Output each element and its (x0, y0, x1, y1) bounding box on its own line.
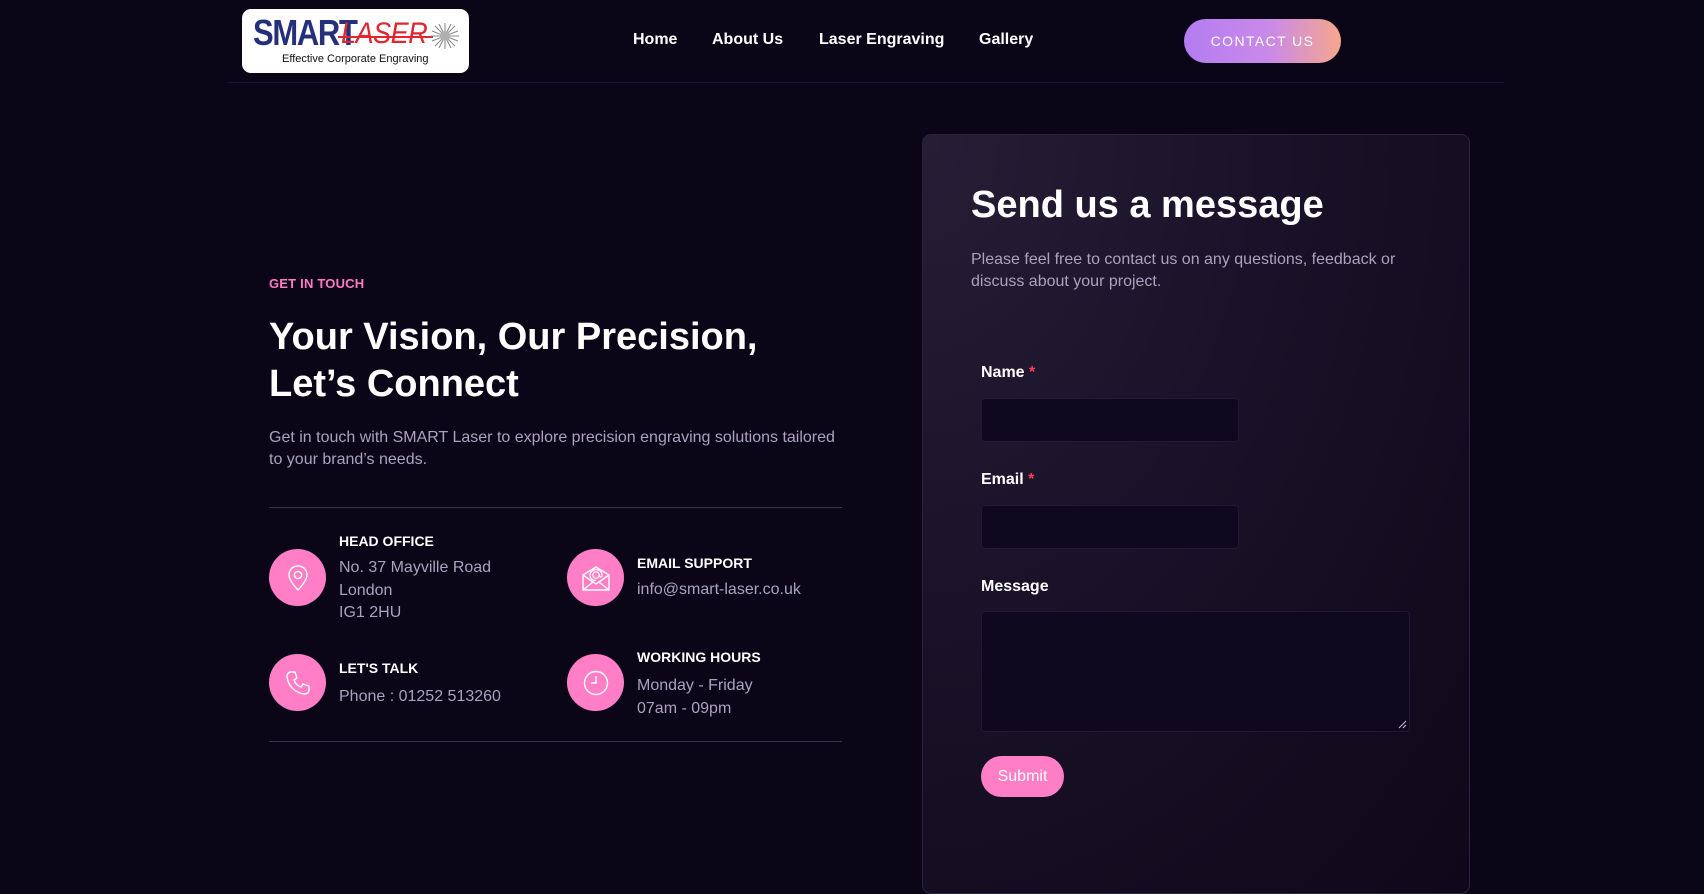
phone-number[interactable]: Phone : 01252 513260 (339, 686, 501, 709)
info-divider-top (269, 507, 842, 508)
logo-wordmark-laser: LASER (341, 17, 428, 50)
email-label: Email * (981, 470, 1034, 490)
message-label: Message (981, 577, 1049, 597)
hero-description-line-1: Get in touch with SMART Laser to explore… (269, 429, 835, 446)
message-textarea[interactable] (981, 611, 1410, 732)
email-required-mark: * (1028, 471, 1035, 488)
contact-us-button[interactable]: CONTACT US (1184, 19, 1341, 63)
email-input[interactable] (981, 505, 1239, 549)
form-description-line-1: Please feel free to contact us on any qu… (971, 251, 1396, 268)
map-pin-icon (269, 549, 326, 606)
hero-title-line-1: Your Vision, Our Precision, (269, 316, 758, 358)
lets-talk-title: LET'S TALK (339, 660, 419, 676)
working-hours-text: Monday - Friday 07am - 09pm (637, 675, 753, 720)
name-input[interactable] (981, 398, 1239, 442)
nav-about-us[interactable]: About Us (712, 30, 783, 50)
hero-title-line-2: Let’s Connect (269, 363, 519, 405)
address-line-2: London (339, 581, 393, 599)
brand-logo[interactable]: SMART LASER Effective Corporate Engravin… (242, 9, 469, 73)
address-line-1: No. 37 Mayville Road (339, 559, 492, 576)
site-header: SMART LASER Effective Corporate Engravin… (0, 0, 1704, 84)
nav-gallery[interactable]: Gallery (979, 30, 1033, 50)
logo-tagline: Effective Corporate Engraving (282, 53, 429, 65)
working-times: 07am - 09pm (637, 699, 732, 717)
phone-icon (269, 654, 326, 711)
hero-title: Your Vision, Our Precision, Let’s Connec… (269, 314, 829, 408)
nav-laser-engraving[interactable]: Laser Engraving (819, 30, 944, 50)
name-label-text: Name (981, 364, 1025, 381)
clock-icon (567, 654, 624, 711)
hero-description: Get in touch with SMART Laser to explore… (269, 427, 849, 471)
form-description-line-2: discuss about your project. (971, 273, 1162, 290)
form-title: Send us a message (971, 184, 1324, 226)
form-description: Please feel free to contact us on any qu… (971, 249, 1421, 293)
email-icon (567, 549, 624, 606)
info-divider-bottom (269, 741, 842, 742)
laser-burst-icon (431, 23, 459, 49)
email-support-title: EMAIL SUPPORT (637, 555, 752, 571)
head-office-address: No. 37 Mayville Road London IG1 2HU (339, 557, 491, 625)
head-office-title: HEAD OFFICE (339, 533, 434, 549)
hero-description-line-2: to your brand’s needs. (269, 451, 428, 468)
working-hours-title: WORKING HOURS (637, 649, 761, 665)
name-label: Name * (981, 363, 1035, 383)
name-required-mark: * (1029, 364, 1036, 381)
header-divider (228, 82, 1504, 83)
message-label-text: Message (981, 578, 1049, 595)
nav-home[interactable]: Home (633, 30, 677, 50)
resize-grip-icon[interactable] (1398, 720, 1407, 729)
logo-underline (338, 36, 433, 38)
email-link[interactable]: info@smart-laser.co.uk (637, 579, 801, 602)
section-eyebrow: GET IN TOUCH (269, 276, 365, 291)
address-line-3: IG1 2HU (339, 604, 402, 621)
working-days: Monday - Friday (637, 677, 753, 694)
email-label-text: Email (981, 471, 1024, 488)
submit-button[interactable]: Submit (981, 756, 1064, 797)
